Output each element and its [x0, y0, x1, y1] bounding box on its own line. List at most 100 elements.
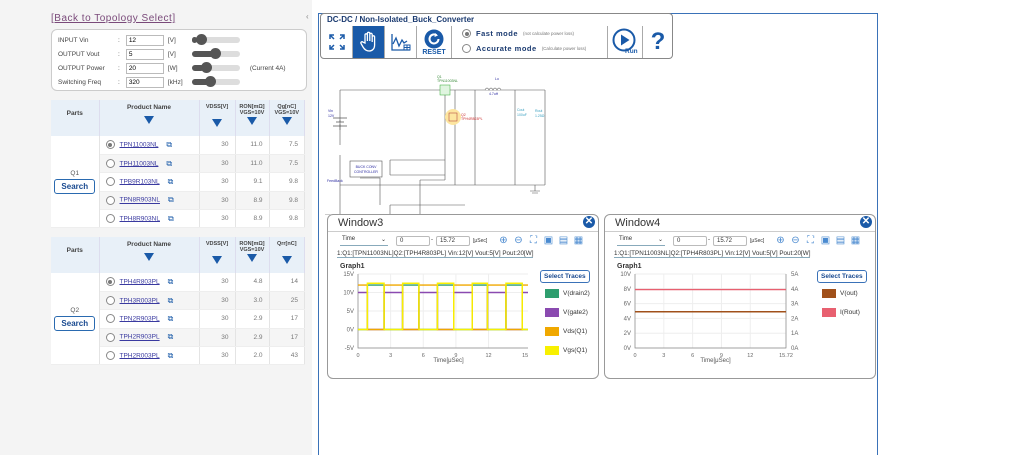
x-axis-select[interactable]: Time ⌄	[340, 236, 388, 246]
q1-mosfet[interactable]	[439, 84, 451, 96]
export-icon[interactable]: ▤	[558, 235, 569, 246]
fit-icon[interactable]: ⛶	[528, 235, 539, 246]
product-link[interactable]: TPH4R803PL	[120, 278, 160, 285]
ron-header[interactable]: RON[mΩ] VGS=10V	[235, 237, 270, 273]
reset-button[interactable]: RESET	[417, 26, 452, 58]
q2-mosfet[interactable]	[445, 109, 461, 125]
help-button[interactable]: ?	[643, 26, 673, 58]
time-to-input[interactable]: 15.72	[713, 236, 747, 246]
close-icon[interactable]: ✕	[860, 216, 872, 228]
fit-view-button[interactable]	[321, 26, 353, 58]
sort-down-icon[interactable]	[144, 116, 154, 124]
param-input[interactable]	[125, 76, 164, 88]
product-link[interactable]: TPH2R003PL	[120, 352, 160, 359]
panel-collapse-arrow[interactable]: ‹	[306, 12, 309, 21]
fast-mode-radio[interactable]: Fast mode (not calculate power loss)	[462, 29, 574, 38]
qrr-header[interactable]: Qrr[nC]	[269, 237, 305, 273]
legend-item[interactable]: V(gate2)	[545, 308, 588, 317]
param-input[interactable]	[125, 34, 164, 46]
sort-down-icon[interactable]	[212, 119, 222, 127]
external-link-icon[interactable]: ⧉	[168, 195, 174, 205]
param-slider[interactable]	[191, 48, 240, 59]
vdss-header[interactable]: VDSS[V]	[199, 100, 236, 136]
param-slider[interactable]	[191, 34, 240, 45]
settings-grid-icon[interactable]: ▦	[850, 235, 861, 246]
zoom-out-icon[interactable]: ⊖	[513, 235, 524, 246]
run-button[interactable]: Run	[608, 26, 643, 58]
time-from-input[interactable]: 0	[396, 236, 430, 246]
sort-down-icon[interactable]	[144, 253, 154, 261]
q2-search-button[interactable]: Search	[54, 315, 96, 331]
back-to-topology-link[interactable]: [Back to Topology Select]	[51, 13, 176, 24]
chart-plot[interactable]: 0 3 6 9 12 15.7210V8V6V4V2V0V5A4A3A2A1A0ATime…	[605, 267, 805, 377]
part-radio[interactable]	[105, 351, 115, 361]
part-radio[interactable]	[105, 332, 115, 342]
legend-item[interactable]: Vgs(Q1)	[545, 346, 587, 355]
part-row[interactable]: Q2 Search TPH4R803PL ⧉ 30 4.8 14	[51, 273, 305, 366]
controller-block[interactable]	[349, 160, 383, 178]
external-link-icon[interactable]: ⧉	[168, 351, 174, 361]
part-radio[interactable]	[105, 159, 115, 169]
x-axis-select[interactable]: Time ⌄	[617, 236, 665, 246]
sort-down-icon[interactable]	[281, 117, 292, 125]
product-header[interactable]: Product Name	[99, 100, 200, 136]
part-row[interactable]: Q1 Search TPN11003NL ⧉ 30 11.0 7.5	[51, 136, 305, 229]
chart-plot[interactable]: 03691215.7215V10V5V0V-5VTime[μSec]	[328, 267, 528, 377]
part-radio[interactable]	[105, 314, 115, 324]
product-link[interactable]: TPN11003NL	[120, 141, 159, 148]
save-image-icon[interactable]: ▣	[820, 235, 831, 246]
product-header[interactable]: Product Name	[99, 237, 200, 273]
part-radio[interactable]	[105, 177, 115, 187]
vdss-header[interactable]: VDSS[V]	[199, 237, 236, 273]
select-traces-button[interactable]: Select Traces	[540, 270, 590, 283]
external-link-icon[interactable]: ⧉	[166, 140, 172, 150]
external-link-icon[interactable]: ⧉	[168, 332, 174, 342]
waveform-button[interactable]	[385, 26, 417, 58]
param-slider[interactable]	[191, 76, 240, 87]
export-icon[interactable]: ▤	[835, 235, 846, 246]
q1-search-button[interactable]: Search	[54, 178, 96, 194]
external-link-icon[interactable]: ⧉	[168, 277, 174, 287]
part-radio[interactable]	[105, 195, 115, 205]
legend-item[interactable]: Vds(Q1)	[545, 327, 587, 336]
legend-item[interactable]: V(out)	[822, 289, 858, 298]
part-radio[interactable]	[105, 140, 115, 150]
legend-item[interactable]: I(Rout)	[822, 308, 860, 317]
param-slider[interactable]	[191, 62, 240, 73]
qg-header[interactable]: Qg[nC] VGS=10V	[269, 100, 305, 136]
param-input[interactable]	[125, 62, 164, 74]
window3[interactable]: Window3 ✕ Time ⌄ 0 - 15.72 [μSec] ⊕ ⊖ ⛶ ▣ ▤ ▦ …	[327, 214, 599, 379]
part-radio[interactable]	[105, 277, 115, 287]
part-radio[interactable]	[105, 214, 115, 224]
product-link[interactable]: TPB9R103NL	[120, 178, 160, 185]
window4[interactable]: Window4 ✕ Time ⌄ 0 - 15.72 [μSec] ⊕ ⊖ ⛶ ▣ ▤ ▦ …	[604, 214, 876, 379]
zoom-in-icon[interactable]: ⊕	[775, 235, 786, 246]
save-image-icon[interactable]: ▣	[543, 235, 554, 246]
close-icon[interactable]: ✕	[583, 216, 595, 228]
part-radio[interactable]	[105, 296, 115, 306]
param-input[interactable]	[125, 48, 164, 60]
accurate-mode-radio[interactable]: Accurate mode (Calculate power loss)	[462, 44, 586, 53]
time-to-input[interactable]: 15.72	[436, 236, 470, 246]
time-from-input[interactable]: 0	[673, 236, 707, 246]
external-link-icon[interactable]: ⧉	[168, 296, 174, 306]
settings-grid-icon[interactable]: ▦	[573, 235, 584, 246]
product-link[interactable]: TPH8R903NL	[120, 215, 160, 222]
external-link-icon[interactable]: ⧉	[168, 314, 174, 324]
ron-header[interactable]: RON[mΩ] VGS=10V	[235, 100, 270, 136]
product-link[interactable]: TPN2R903PL	[120, 315, 160, 322]
product-link[interactable]: TPH3R003PL	[120, 297, 160, 304]
external-link-icon[interactable]: ⧉	[166, 159, 172, 169]
circuit-schematic[interactable]: BUCK CONV CONTROLLER Q1 TPN11003NL Q2 TP…	[325, 60, 555, 215]
pan-tool-button[interactable]	[353, 26, 385, 58]
zoom-in-icon[interactable]: ⊕	[498, 235, 509, 246]
sort-down-icon[interactable]	[247, 254, 257, 262]
external-link-icon[interactable]: ⧉	[168, 214, 174, 224]
sort-down-icon[interactable]	[247, 117, 257, 125]
select-traces-button[interactable]: Select Traces	[817, 270, 867, 283]
external-link-icon[interactable]: ⧉	[168, 177, 174, 187]
sort-down-icon[interactable]	[281, 256, 292, 264]
sort-down-icon[interactable]	[212, 256, 222, 264]
product-link[interactable]: TPN8R903NL	[120, 197, 160, 204]
fit-icon[interactable]: ⛶	[805, 235, 816, 246]
